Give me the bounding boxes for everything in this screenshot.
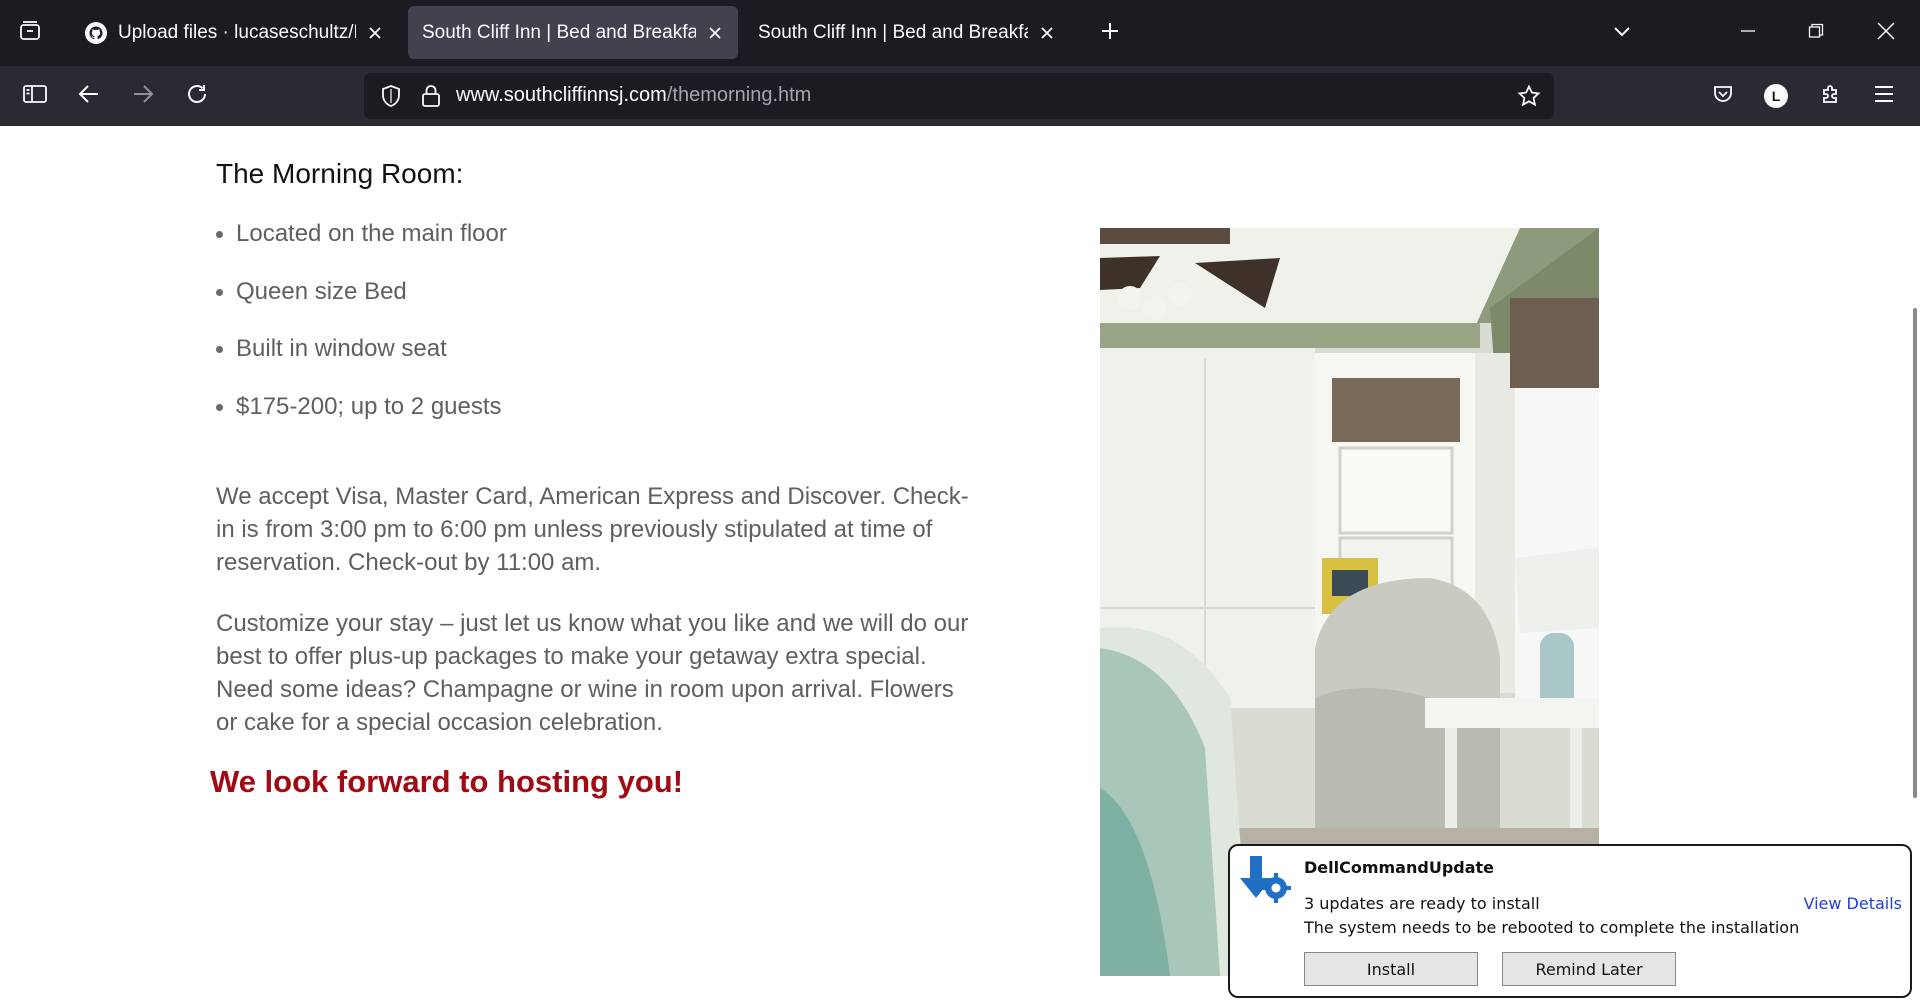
scrollbar-thumb[interactable]: [1913, 308, 1917, 798]
reload-icon: [186, 83, 208, 110]
tab-strip: Upload files · lucaseschultz/HTT South C…: [0, 0, 1920, 66]
tab-list-button[interactable]: [8, 12, 52, 54]
install-button[interactable]: Install: [1304, 952, 1478, 986]
app-menu-button[interactable]: [1863, 75, 1905, 117]
puzzle-icon: [1820, 83, 1842, 110]
pocket-icon: [1712, 83, 1734, 110]
customize-stay-text: Customize your stay – just let us know w…: [216, 610, 969, 736]
restore-button[interactable]: [1782, 0, 1850, 66]
notification-detail: The system needs to be rebooted to compl…: [1304, 918, 1800, 937]
address-bar[interactable]: www.southcliffinnsj.com/themorning.htm: [364, 73, 1554, 119]
tab-south-cliff-inn[interactable]: South Cliff Inn | Bed and Breakfast |: [744, 6, 1070, 59]
payment-checkin-text: We accept Visa, Master Card, American Ex…: [216, 483, 969, 576]
shield-icon[interactable]: [374, 79, 408, 113]
hamburger-menu-icon: [1874, 85, 1894, 108]
back-button[interactable]: [68, 75, 110, 117]
dell-command-update-icon: [1236, 850, 1294, 908]
pocket-button[interactable]: [1702, 75, 1744, 117]
notification-app-name: DellCommandUpdate: [1304, 858, 1495, 877]
new-tab-button[interactable]: [1092, 14, 1128, 52]
tab-title: South Cliff Inn | Bed and Breakfast |: [422, 21, 696, 43]
url-text[interactable]: www.southcliffinnsj.com/themorning.htm: [456, 84, 811, 107]
tab-upload-files[interactable]: Upload files · lucaseschultz/HTT: [70, 6, 398, 59]
tab-title: Upload files · lucaseschultz/HTT: [118, 21, 356, 43]
restore-icon: [1808, 23, 1824, 44]
dell-update-notification[interactable]: DellCommandUpdate 3 updates are ready to…: [1228, 844, 1912, 998]
close-window-button[interactable]: [1852, 0, 1920, 66]
feature-item: Built in window seat: [216, 335, 507, 393]
forward-button[interactable]: [122, 75, 164, 117]
avatar: L: [1764, 84, 1788, 108]
notification-message: 3 updates are ready to install: [1304, 894, 1540, 913]
minimize-icon: [1740, 23, 1756, 44]
reload-button[interactable]: [176, 75, 218, 117]
feature-item: Located on the main floor: [216, 220, 507, 278]
closing-message: We look forward to hosting you!: [210, 764, 684, 799]
feature-item: $175-200; up to 2 guests: [216, 393, 507, 451]
minimize-button[interactable]: [1714, 0, 1782, 66]
room-features-list: Located on the main floor Queen size Bed…: [216, 220, 507, 450]
chevron-down-icon: [1612, 21, 1632, 46]
github-icon: [84, 21, 108, 45]
tab-close-icon[interactable]: [362, 20, 388, 46]
tab-close-icon[interactable]: [702, 20, 728, 46]
sidebar-button[interactable]: [14, 75, 56, 117]
list-all-tabs-button[interactable]: [1604, 14, 1640, 52]
tab-south-cliff-inn-active[interactable]: South Cliff Inn | Bed and Breakfast |: [408, 6, 738, 59]
tab-list-icon: [18, 19, 42, 48]
extensions-button[interactable]: [1810, 75, 1852, 117]
lock-icon[interactable]: [414, 79, 448, 113]
remind-later-button[interactable]: Remind Later: [1502, 952, 1676, 986]
account-button[interactable]: L: [1755, 75, 1797, 117]
close-icon: [1877, 21, 1895, 45]
arrow-right-icon: [132, 83, 154, 110]
arrow-left-icon: [78, 83, 100, 110]
sidebar-icon: [23, 84, 47, 109]
tab-title: South Cliff Inn | Bed and Breakfast |: [758, 21, 1028, 43]
url-domain: www.southcliffinnsj.com: [456, 84, 667, 106]
room-title: The Morning Room:: [216, 158, 464, 189]
feature-item: Queen size Bed: [216, 278, 507, 336]
view-details-link[interactable]: View Details: [1803, 894, 1902, 913]
plus-icon: [1100, 21, 1120, 46]
url-path: /themorning.htm: [666, 84, 812, 106]
bookmark-star-icon[interactable]: [1512, 79, 1546, 113]
navigation-toolbar: www.southcliffinnsj.com/themorning.htm L: [0, 66, 1920, 126]
tab-close-icon[interactable]: [1034, 20, 1060, 46]
